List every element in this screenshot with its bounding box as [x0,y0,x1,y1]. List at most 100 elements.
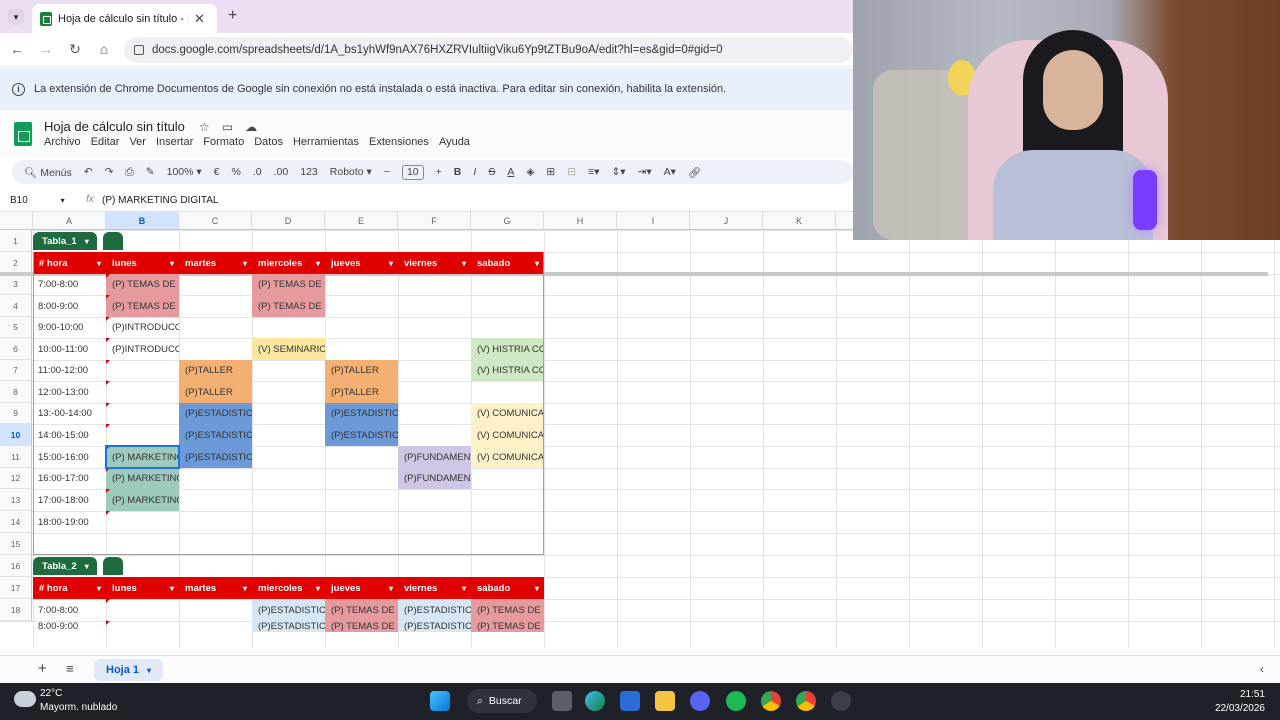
column-header[interactable]: B [106,212,179,230]
menu-extensiones[interactable]: Extensiones [369,136,429,148]
table-menu-icon[interactable]: ▾ [85,562,89,571]
menu-herramientas[interactable]: Herramientas [293,136,359,148]
column-header[interactable]: D [252,212,325,230]
row-header[interactable]: 5 [0,317,32,338]
table-column-header[interactable]: martes ▾ [179,577,252,599]
discord-icon[interactable] [690,691,710,711]
schedule-cell[interactable]: (P)ESTADISTICA [398,621,471,632]
table-menu-icon[interactable]: ▾ [85,237,89,246]
table-column-header[interactable]: viernes ▾ [398,577,471,599]
merge-cells-icon[interactable]: ⊟ [567,166,576,178]
row-header[interactable]: 10 [0,424,32,446]
print-icon[interactable]: ⎙ [125,166,133,179]
text-wrap-icon[interactable]: ⇥▾ [638,166,652,178]
column-filter-icon[interactable]: ▾ [316,584,320,593]
zoom-select[interactable]: 100% ▾ [167,166,202,178]
new-tab-button[interactable]: + [228,7,237,25]
schedule-cell[interactable]: (P)ESTADISTICA [398,599,471,621]
column-filter-icon[interactable]: ▾ [535,584,539,593]
all-sheets-icon[interactable]: ≡ [66,661,74,676]
strikethrough-icon[interactable]: S [488,166,495,178]
star-icon[interactable]: ☆ [199,120,210,134]
cloud-status-icon[interactable]: ☁ [245,120,257,134]
sheets-logo-icon[interactable] [14,122,32,146]
row-header[interactable]: 14 [0,511,32,533]
row-header[interactable]: 7 [0,360,32,381]
row-header[interactable]: 1 [0,230,32,252]
vertical-align-icon[interactable]: ⇕▾ [611,166,625,178]
font-size-input[interactable]: 10 [401,164,424,180]
bold-icon[interactable]: B [454,166,462,178]
row-header[interactable]: 2 [0,252,32,274]
schedule-cell[interactable] [179,599,252,621]
text-color-icon[interactable]: A [507,166,514,178]
menu-datos[interactable]: Datos [254,136,283,148]
column-header[interactable]: G [471,212,544,230]
row-header[interactable]: 3 [0,274,32,295]
row-header[interactable]: 12 [0,468,32,489]
menu-editar[interactable]: Editar [91,136,120,148]
formula-input[interactable]: (P) MARKETING DIGITAL [102,195,219,206]
table-column-header[interactable]: # hora ▾ [33,577,106,599]
obs-icon[interactable] [831,691,851,711]
italic-icon[interactable]: I [473,166,476,178]
font-increase-icon[interactable]: + [436,166,442,178]
schedule-cell[interactable]: (P) TEMAS DE H [325,621,398,632]
schedule-cell[interactable]: (P)ESTADISTICA [252,621,325,632]
menu-ayuda[interactable]: Ayuda [439,136,470,148]
redo-icon[interactable]: ↷ [105,166,114,178]
table-column-header[interactable]: sabado ▾ [471,577,544,599]
tab-list-button[interactable]: ▾ [8,9,24,25]
taskbar-search[interactable]: ⌕ Buscar [467,689,537,713]
move-folder-icon[interactable]: ▭ [222,120,233,134]
column-filter-icon[interactable]: ▾ [389,584,393,593]
horizontal-align-icon[interactable]: ≡▾ [588,166,599,178]
row-header[interactable]: 16 [0,555,32,577]
name-box[interactable]: B10 ▾ [10,195,70,206]
chrome-profile-icon[interactable] [796,691,816,711]
edge-browser-icon[interactable] [585,691,605,711]
reload-icon[interactable]: ↻ [66,41,84,58]
column-filter-icon[interactable]: ▾ [97,584,101,593]
column-header[interactable]: A [33,212,106,230]
column-header[interactable]: J [690,212,763,230]
row-header[interactable]: 9 [0,403,32,424]
column-header[interactable]: I [617,212,690,230]
row-header[interactable]: 18 [0,599,32,621]
task-view-icon[interactable] [552,691,572,711]
schedule-cell[interactable]: (P) TEMAS DE H [325,599,398,621]
row-header[interactable]: 17 [0,577,32,599]
menu-ver[interactable]: Ver [129,136,146,148]
address-bar[interactable]: docs.google.com/spreadsheets/d/1A_bs1yhW… [124,37,853,63]
menu-insertar[interactable]: Insertar [156,136,193,148]
schedule-cell[interactable] [106,599,179,621]
search-menus-button[interactable]: 🔍︎ Menús [24,166,72,179]
home-icon[interactable]: ⌂ [95,41,113,57]
hour-cell[interactable]: 8:00-9:00 [33,621,106,632]
text-rotation-icon[interactable]: A▾ [664,166,676,178]
column-header[interactable]: H [544,212,617,230]
table-view-icon[interactable] [103,232,123,250]
row-header[interactable]: 8 [0,381,32,403]
column-header[interactable]: C [179,212,252,230]
table-column-header[interactable]: miercoles ▾ [252,577,325,599]
borders-icon[interactable]: ⊞ [546,166,555,178]
row-header[interactable]: 6 [0,338,32,360]
weather-cloud-icon[interactable] [14,691,36,707]
row-header[interactable]: 13 [0,489,32,511]
document-title[interactable]: Hoja de cálculo sin título [44,119,185,134]
table-column-header[interactable]: jueves ▾ [325,577,398,599]
spotify-icon[interactable] [726,691,746,711]
schedule-cell[interactable]: (P) TEMAS DE H [471,599,544,621]
column-header[interactable]: E [325,212,398,230]
percent-button[interactable]: % [232,166,241,178]
fill-color-icon[interactable]: ◈ [526,166,534,178]
undo-icon[interactable]: ↶ [84,166,93,178]
start-windows-icon[interactable] [430,691,450,711]
column-header[interactable]: K [763,212,836,230]
back-icon[interactable]: ← [8,41,26,57]
sheet-tab-hoja-1[interactable]: Hoja 1 ▾ [94,659,164,681]
number-format-button[interactable]: 123 [300,166,318,178]
paint-format-icon[interactable]: ✎ [146,166,155,178]
taskbar-clock[interactable]: 21:51 22/03/2026 [1215,688,1265,716]
